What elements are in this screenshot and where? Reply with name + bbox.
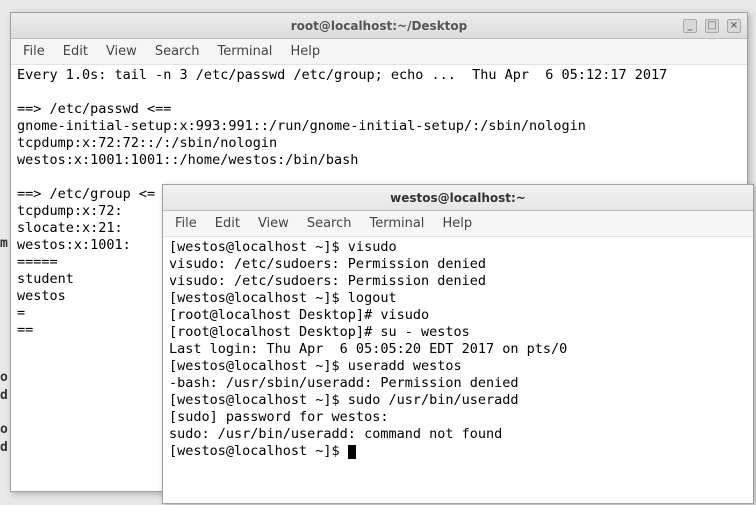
- menu-terminal[interactable]: Terminal: [369, 216, 424, 231]
- menu-file[interactable]: File: [23, 44, 45, 59]
- window-title: root@localhost:~/Desktop: [11, 19, 747, 33]
- edge-char: m: [0, 236, 9, 251]
- menubar: File Edit View Search Terminal Help: [163, 211, 753, 237]
- titlebar[interactable]: westos@localhost:~: [163, 185, 753, 211]
- menu-terminal[interactable]: Terminal: [217, 44, 272, 59]
- terminal-window-westos: westos@localhost:~ File Edit View Search…: [162, 184, 754, 504]
- cursor: [348, 445, 356, 459]
- menu-search[interactable]: Search: [307, 216, 352, 231]
- edge-char: d: [0, 388, 9, 403]
- terminal-text: [westos@localhost ~]$ visudo visudo: /et…: [169, 239, 567, 459]
- menu-search[interactable]: Search: [155, 44, 200, 59]
- menu-help[interactable]: Help: [442, 216, 472, 231]
- maximize-button[interactable]: □: [705, 19, 719, 33]
- minimize-button[interactable]: _: [683, 19, 697, 33]
- menu-help[interactable]: Help: [290, 44, 320, 59]
- window-title: westos@localhost:~: [163, 191, 753, 205]
- menu-edit[interactable]: Edit: [63, 44, 88, 59]
- menu-view[interactable]: View: [106, 44, 137, 59]
- menubar: File Edit View Search Terminal Help: [11, 39, 747, 65]
- edge-char: d: [0, 440, 9, 455]
- menu-file[interactable]: File: [175, 216, 197, 231]
- titlebar[interactable]: root@localhost:~/Desktop _ □ ×: [11, 13, 747, 39]
- menu-view[interactable]: View: [258, 216, 289, 231]
- terminal-output[interactable]: [westos@localhost ~]$ visudo visudo: /et…: [163, 237, 753, 503]
- edge-char: o: [0, 370, 9, 385]
- menu-edit[interactable]: Edit: [215, 216, 240, 231]
- edge-char: o: [0, 422, 9, 437]
- window-controls: _ □ ×: [683, 19, 741, 33]
- close-button[interactable]: ×: [727, 19, 741, 33]
